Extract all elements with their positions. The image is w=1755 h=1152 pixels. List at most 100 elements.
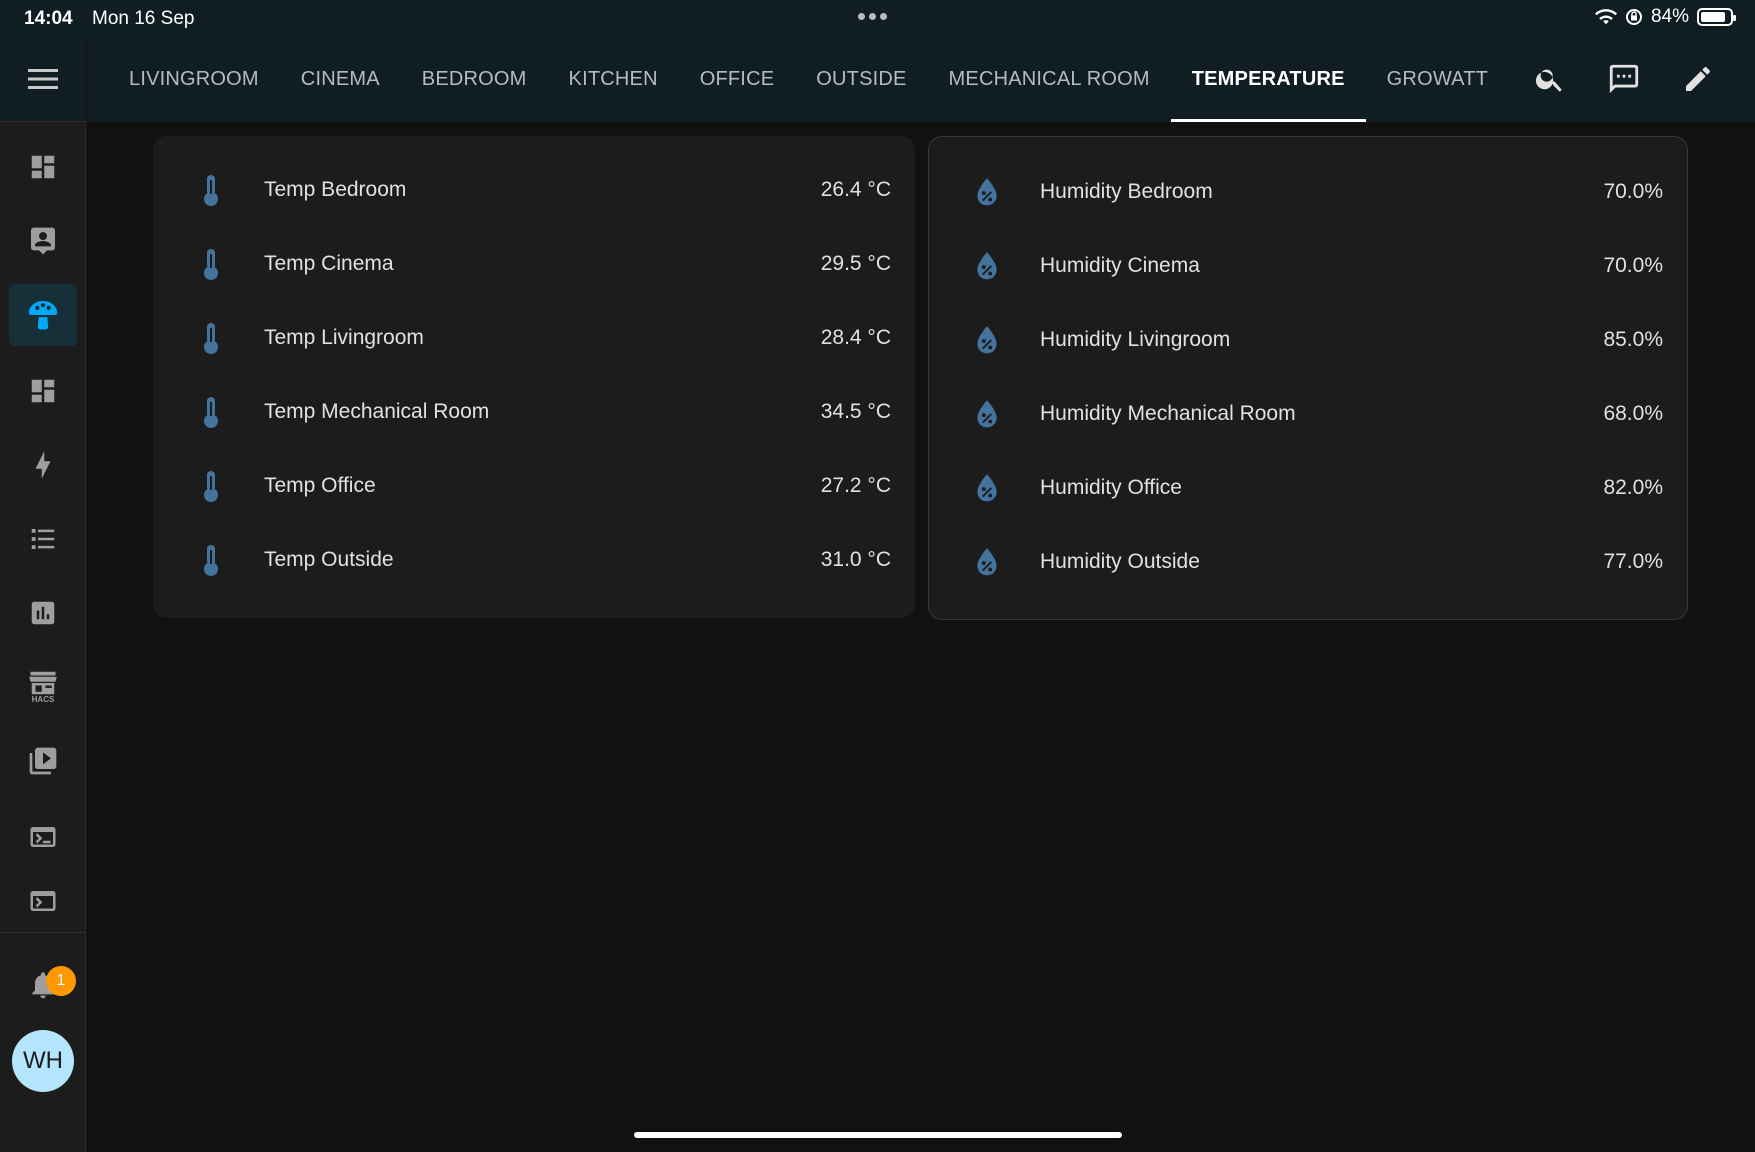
entity-value: 27.2 °C [820, 474, 891, 497]
status-date: Mon 16 Sep [92, 8, 195, 29]
tab-growatt[interactable]: GROWATT [1366, 36, 1509, 122]
battery-icon [1697, 8, 1736, 26]
assist-button[interactable] [1604, 59, 1644, 99]
entity-value: 28.4 °C [820, 326, 891, 349]
entity-row[interactable]: Temp Bedroom 26.4 °C [153, 162, 915, 218]
sidebar-item-hacs[interactable]: HACS [9, 656, 77, 718]
home-indicator[interactable] [634, 1132, 1122, 1138]
entity-row[interactable]: Humidity Outside 77.0% [929, 534, 1687, 590]
sidebar-item-dashboard[interactable] [9, 360, 77, 422]
entity-value: 77.0% [1603, 550, 1663, 573]
tab-outside[interactable]: OUTSIDE [795, 36, 927, 122]
entity-value: 31.0 °C [820, 548, 891, 571]
orientation-lock-icon [1625, 9, 1642, 25]
dashboard-icon [31, 379, 55, 403]
menu-button[interactable] [0, 36, 86, 122]
entity-row[interactable]: Temp Mechanical Room 34.5 °C [153, 384, 915, 440]
entity-value: 29.5 °C [820, 252, 891, 275]
entity-row[interactable]: Humidity Mechanical Room 68.0% [929, 386, 1687, 442]
entity-value: 85.0% [1603, 328, 1663, 351]
entity-value: 70.0% [1603, 180, 1663, 203]
status-right: 84% [1594, 6, 1736, 28]
terminal-icon [30, 891, 56, 911]
hacs-label: HACS [31, 695, 55, 704]
entity-value: 68.0% [1603, 402, 1663, 425]
tab-cinema[interactable]: CINEMA [280, 36, 401, 122]
search-icon [1535, 69, 1562, 92]
entity-name: Temp Bedroom [264, 178, 407, 201]
entity-row[interactable]: Humidity Livingroom 85.0% [929, 312, 1687, 368]
sidebar-item-history[interactable] [9, 582, 77, 644]
entity-value: 82.0% [1603, 476, 1663, 499]
sidebar-item-people[interactable] [9, 210, 77, 272]
thermometer-icon [193, 172, 229, 208]
sidebar-item-terminal[interactable] [9, 806, 77, 868]
thermometer-icon [193, 246, 229, 282]
water-percent-icon [969, 470, 1005, 506]
sidebar-item-energy[interactable] [9, 434, 77, 496]
temperature-card: Temp Bedroom 26.4 °C Temp Cinema 29.5 °C… [153, 136, 915, 618]
thermometer-icon [193, 542, 229, 578]
entity-name: Temp Cinema [264, 252, 394, 275]
entity-name: Temp Mechanical Room [264, 400, 490, 423]
water-percent-icon [969, 544, 1005, 580]
thermometer-icon [193, 320, 229, 356]
water-percent-icon [969, 396, 1005, 432]
logbook-icon [31, 529, 55, 549]
entity-row[interactable]: Temp Office 27.2 °C [153, 458, 915, 514]
chat-icon [1609, 64, 1639, 94]
entity-row[interactable]: Temp Outside 31.0 °C [153, 532, 915, 588]
thermometer-icon [193, 468, 229, 504]
sidebar-item-media[interactable] [9, 730, 77, 792]
notification-badge: 1 [46, 966, 76, 996]
humidity-card: Humidity Bedroom 70.0% Humidity Cinema 7… [928, 136, 1688, 620]
entity-name: Temp Outside [264, 548, 394, 571]
tab-bedroom[interactable]: BEDROOM [401, 36, 548, 122]
user-avatar[interactable]: WH [12, 1030, 74, 1092]
water-percent-icon [969, 174, 1005, 210]
entity-name: Humidity Office [1040, 476, 1182, 499]
terminal-icon [30, 827, 56, 847]
tab-kitchen[interactable]: KITCHEN [548, 36, 679, 122]
entity-row[interactable]: Temp Cinema 29.5 °C [153, 236, 915, 292]
tab-office[interactable]: OFFICE [679, 36, 796, 122]
sidebar-item-logbook[interactable] [9, 508, 77, 570]
wifi-icon [1594, 9, 1617, 25]
thermometer-icon [193, 394, 229, 430]
top-app-bar: LIVINGROOM CINEMA BEDROOM KITCHEN OFFICE… [87, 36, 1755, 122]
tab-temperature[interactable]: TEMPERATURE [1170, 36, 1366, 122]
person-card-icon [31, 227, 55, 255]
sidebar-divider [0, 932, 86, 933]
entity-row[interactable]: Humidity Office 82.0% [929, 460, 1687, 516]
entity-name: Humidity Livingroom [1040, 328, 1231, 351]
pencil-icon [1686, 67, 1710, 91]
battery-percent: 84% [1650, 6, 1689, 27]
water-percent-icon [969, 322, 1005, 358]
entity-name: Humidity Mechanical Room [1040, 402, 1296, 425]
sidebar: HACS 1 WH [0, 36, 86, 1152]
view-tabs: LIVINGROOM CINEMA BEDROOM KITCHEN OFFICE… [108, 36, 1509, 122]
mushroom-icon [28, 300, 58, 330]
entity-name: Humidity Outside [1040, 550, 1200, 573]
tab-mechanical-room[interactable]: MECHANICAL ROOM [928, 36, 1171, 122]
entity-value: 34.5 °C [820, 400, 891, 423]
media-icon [29, 747, 57, 775]
tab-livingroom[interactable]: LIVINGROOM [108, 36, 280, 122]
entity-name: Humidity Bedroom [1040, 180, 1213, 203]
sidebar-item-terminal-2[interactable] [9, 880, 77, 924]
entity-row[interactable]: Temp Livingroom 28.4 °C [153, 310, 915, 366]
entity-name: Temp Livingroom [264, 326, 424, 349]
entity-name: Humidity Cinema [1040, 254, 1200, 277]
water-percent-icon [969, 248, 1005, 284]
sidebar-item-mushroom[interactable] [9, 284, 77, 346]
hacs-icon [29, 671, 57, 695]
entity-row[interactable]: Humidity Bedroom 70.0% [929, 164, 1687, 220]
hamburger-icon [28, 68, 58, 89]
edit-button[interactable] [1678, 59, 1718, 99]
search-button[interactable] [1530, 59, 1570, 99]
multitasking-dots[interactable] [858, 13, 887, 20]
dashboard-icon [31, 155, 55, 179]
sidebar-item-overview[interactable] [9, 136, 77, 198]
entity-value: 26.4 °C [820, 178, 891, 201]
entity-row[interactable]: Humidity Cinema 70.0% [929, 238, 1687, 294]
